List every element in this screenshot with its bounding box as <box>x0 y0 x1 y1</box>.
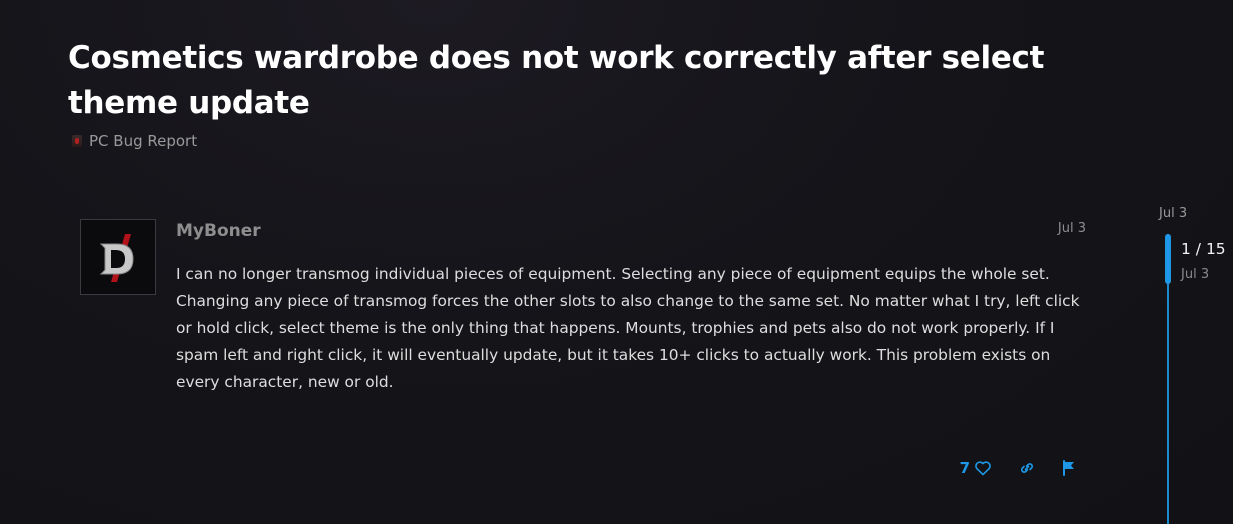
category-icon <box>72 135 82 147</box>
flag-icon <box>1063 460 1074 476</box>
post: D MyBoner Jul 3 I can no longer transmog… <box>80 219 1090 509</box>
timeline-position: 1 / 15 <box>1181 240 1226 258</box>
category-label: PC Bug Report <box>89 132 198 150</box>
copy-link-button[interactable] <box>1018 461 1036 475</box>
category-badge[interactable]: PC Bug Report <box>72 132 197 150</box>
avatar[interactable]: D <box>80 219 156 295</box>
post-date[interactable]: Jul 3 <box>1058 221 1086 236</box>
timeline-current-date: Jul 3 <box>1181 267 1210 282</box>
link-icon <box>1021 463 1033 473</box>
diablo-logo-icon: D <box>99 234 134 282</box>
timeline-handle[interactable] <box>1165 234 1171 284</box>
username[interactable]: MyBoner <box>176 221 261 241</box>
post-body: I can no longer transmog individual piec… <box>176 265 1080 391</box>
like-button[interactable]: 7 <box>960 459 992 477</box>
timeline-start-date[interactable]: Jul 3 <box>1159 206 1187 221</box>
topic-timeline: Jul 3 1 / 15 Jul 3 <box>1158 206 1233 524</box>
heart-icon <box>975 461 991 476</box>
flag-button[interactable] <box>1062 460 1076 476</box>
post-actions: 7 <box>960 459 1076 477</box>
like-count: 7 <box>959 459 970 477</box>
topic-title[interactable]: Cosmetics wardrobe does not work correct… <box>68 36 1128 126</box>
